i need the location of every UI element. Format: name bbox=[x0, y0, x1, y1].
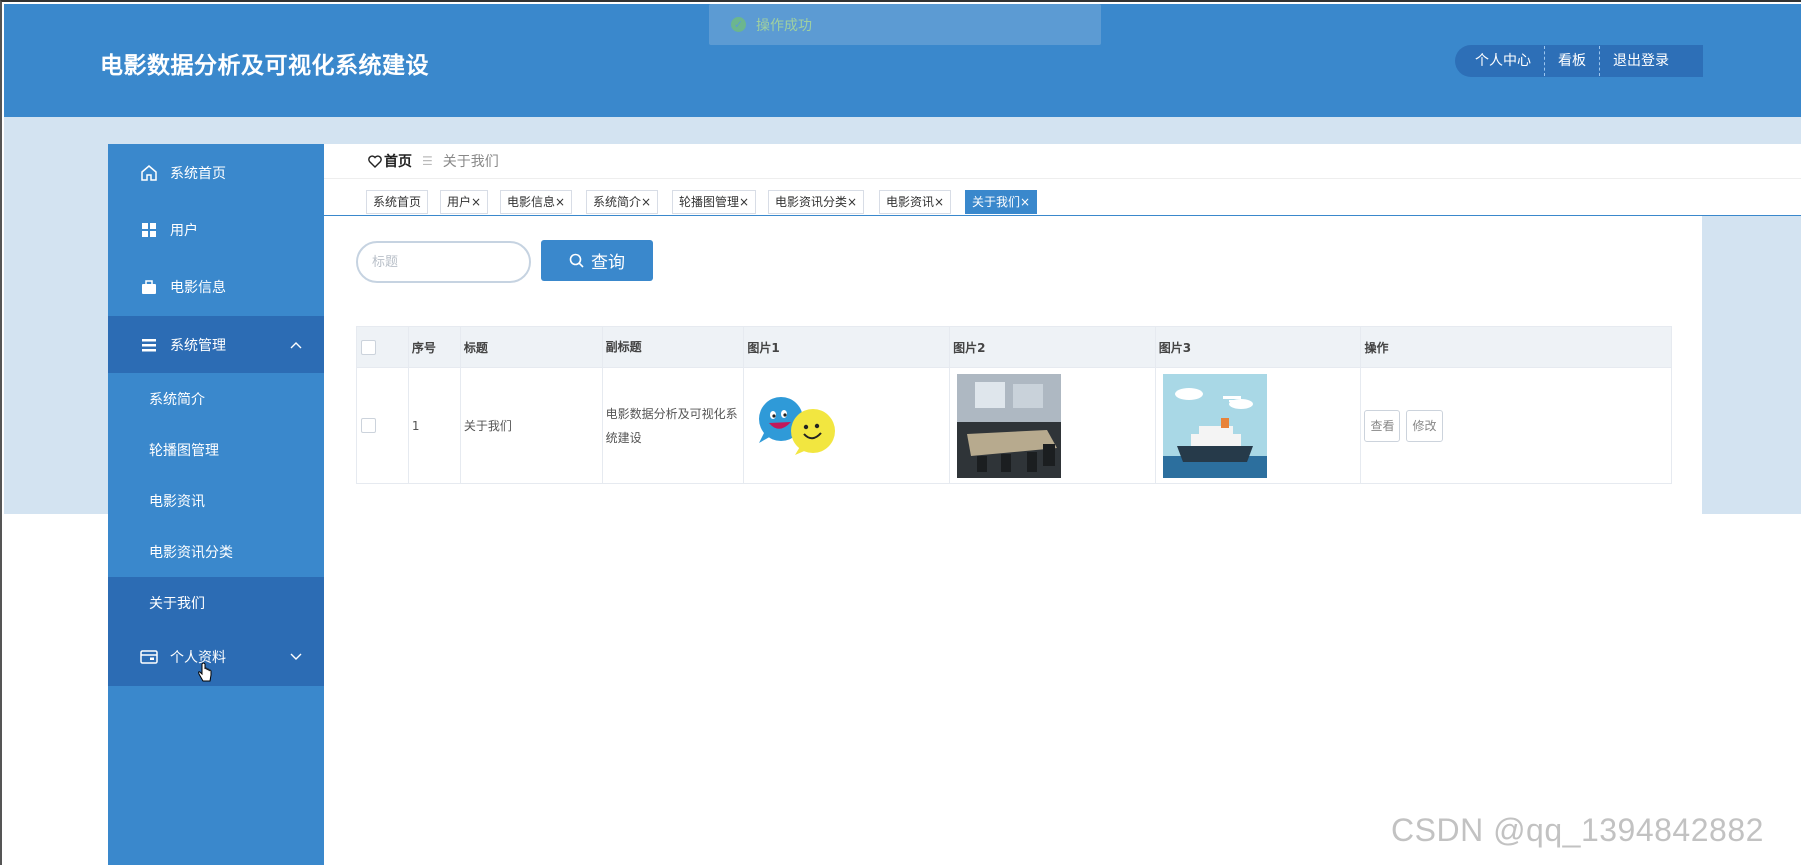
cell-index: 1 bbox=[408, 367, 461, 483]
toast-message: 操作成功 bbox=[756, 17, 812, 34]
chat-bubbles-image[interactable] bbox=[751, 391, 841, 461]
watermark-text: CSDN @qq_1394842882 bbox=[1391, 812, 1764, 848]
tab-label: 电影资讯 bbox=[886, 195, 935, 209]
column-header: 图片2 bbox=[950, 327, 1156, 367]
sidebar-item-system[interactable]: 系统管理 bbox=[108, 316, 324, 373]
tab-about-us[interactable]: 关于我们× bbox=[965, 190, 1038, 214]
cell-image-3 bbox=[1155, 367, 1362, 483]
search-input[interactable] bbox=[356, 241, 531, 283]
list-panel: 查询 序号 标题 副标题 图片1 图片2 图片3 操作 1 关于我们 电 bbox=[324, 216, 1702, 516]
cell-subtitle: 电影数据分析及可视化系统建设 bbox=[602, 367, 745, 483]
cell-image-2 bbox=[950, 367, 1156, 483]
table-row: 1 关于我们 电影数据分析及可视化系统建设 查看 修改 bbox=[357, 367, 1671, 483]
conference-room-image[interactable] bbox=[957, 373, 1062, 478]
briefcase-icon bbox=[140, 278, 158, 296]
sidebar-item-label: 电影信息 bbox=[170, 279, 226, 296]
tab-movies[interactable]: 电影信息× bbox=[500, 190, 573, 214]
data-table: 序号 标题 副标题 图片1 图片2 图片3 操作 1 关于我们 电影数据分析及可… bbox=[356, 326, 1672, 484]
success-toast: ✓ 操作成功 bbox=[709, 4, 1101, 45]
column-header: 副标题 bbox=[602, 327, 745, 367]
ship-illustration-image[interactable] bbox=[1162, 373, 1267, 478]
close-icon[interactable]: × bbox=[847, 195, 857, 209]
cell-title: 关于我们 bbox=[460, 367, 603, 483]
breadcrumb: 首页 ☰ 关于我们 bbox=[324, 144, 1801, 179]
grid-icon bbox=[140, 221, 158, 239]
close-icon[interactable]: × bbox=[471, 195, 481, 209]
tab-system-intro[interactable]: 系统简介× bbox=[586, 190, 659, 214]
tabs-bar: 系统首页 用户× 电影信息× 系统简介× 轮播图管理× 电影资讯分类× 电影资讯… bbox=[324, 179, 1801, 216]
tab-carousel[interactable]: 轮播图管理× bbox=[672, 190, 757, 214]
search-button-label: 查询 bbox=[591, 253, 625, 273]
tab-label: 系统简介 bbox=[593, 195, 642, 209]
sidebar-subitem-news-category[interactable]: 电影资讯分类 bbox=[108, 526, 324, 577]
column-header: 操作 bbox=[1361, 327, 1671, 367]
row-checkbox[interactable] bbox=[361, 418, 376, 433]
tab-label: 用户 bbox=[447, 195, 472, 209]
hand-cursor-icon bbox=[196, 662, 214, 688]
check-circle-icon: ✓ bbox=[731, 17, 746, 32]
search-button[interactable]: 查询 bbox=[541, 240, 653, 281]
app-title: 电影数据分析及可视化系统建设 bbox=[100, 53, 429, 79]
nav-dashboard-link[interactable]: 看板 bbox=[1545, 45, 1599, 77]
main-content: 首页 ☰ 关于我们 系统首页 用户× 电影信息× 系统简介× 轮播图管理× 电影… bbox=[324, 144, 1801, 865]
tab-label: 关于我们 bbox=[972, 195, 1021, 209]
tab-label: 电影资讯分类 bbox=[775, 195, 848, 209]
cell-actions: 查看 修改 bbox=[1361, 367, 1671, 483]
sidebar-subitem-about[interactable]: 关于我们 bbox=[108, 577, 324, 628]
column-header: 图片3 bbox=[1155, 327, 1362, 367]
breadcrumb-separator-icon: ☰ bbox=[422, 154, 433, 168]
chevron-up-icon bbox=[290, 338, 302, 352]
tab-label: 电影信息 bbox=[507, 195, 556, 209]
nav-logout-link[interactable]: 退出登录 bbox=[1600, 45, 1682, 77]
sidebar-subitem-carousel[interactable]: 轮播图管理 bbox=[108, 424, 324, 475]
tab-label: 轮播图管理 bbox=[679, 195, 740, 209]
breadcrumb-home[interactable]: 首页 bbox=[368, 151, 412, 171]
sidebar: 系统首页 用户 电影信息 系统管理 系统简介 轮播图管理 电影资讯 电影资讯分类… bbox=[108, 144, 324, 865]
close-icon[interactable]: × bbox=[555, 195, 565, 209]
close-icon[interactable]: × bbox=[739, 195, 749, 209]
row-select-cell bbox=[357, 367, 409, 483]
sidebar-item-users[interactable]: 用户 bbox=[108, 201, 324, 258]
close-icon[interactable]: × bbox=[1020, 195, 1030, 209]
chevron-down-icon bbox=[290, 650, 302, 664]
select-all-checkbox[interactable] bbox=[361, 339, 376, 355]
sidebar-item-movies[interactable]: 电影信息 bbox=[108, 258, 324, 315]
column-header: 标题 bbox=[460, 327, 603, 367]
app-window: 电影数据分析及可视化系统建设 个人中心 看板 退出登录 ✓ 操作成功 系统首页 … bbox=[0, 0, 1801, 865]
column-header: 序号 bbox=[408, 327, 461, 367]
cell-image-1 bbox=[744, 367, 951, 483]
sidebar-item-label: 用户 bbox=[170, 222, 198, 239]
view-button[interactable]: 查看 bbox=[1364, 409, 1401, 442]
edit-button[interactable]: 修改 bbox=[1406, 409, 1443, 442]
tab-label: 系统首页 bbox=[373, 195, 422, 209]
sidebar-item-home[interactable]: 系统首页 bbox=[108, 144, 324, 201]
heart-icon bbox=[368, 154, 382, 168]
tab-news[interactable]: 电影资讯× bbox=[879, 190, 952, 214]
column-header: 图片1 bbox=[744, 327, 951, 367]
tab-system-home[interactable]: 系统首页 bbox=[366, 190, 429, 214]
sidebar-item-profile[interactable]: 个人资料 bbox=[108, 628, 324, 686]
header-select-all bbox=[357, 327, 409, 367]
nav-profile-link[interactable]: 个人中心 bbox=[1455, 45, 1544, 77]
tab-users[interactable]: 用户× bbox=[440, 190, 489, 214]
card-icon bbox=[140, 648, 158, 666]
sidebar-subitem-news[interactable]: 电影资讯 bbox=[108, 475, 324, 526]
subtitle-text: 电影数据分析及可视化系统建设 bbox=[605, 406, 738, 445]
close-icon[interactable]: × bbox=[641, 195, 651, 209]
breadcrumb-home-label: 首页 bbox=[384, 154, 412, 170]
sidebar-item-label: 系统管理 bbox=[170, 337, 226, 354]
sidebar-item-label: 系统首页 bbox=[170, 165, 226, 182]
close-icon[interactable]: × bbox=[934, 195, 944, 209]
list-icon bbox=[140, 336, 158, 354]
breadcrumb-current: 关于我们 bbox=[442, 154, 499, 170]
tab-news-category[interactable]: 电影资讯分类× bbox=[768, 190, 865, 214]
table-header-row: 序号 标题 副标题 图片1 图片2 图片3 操作 bbox=[357, 327, 1671, 367]
home-icon bbox=[140, 164, 158, 182]
sidebar-subitem-intro[interactable]: 系统简介 bbox=[108, 373, 324, 424]
search-icon bbox=[569, 253, 584, 268]
top-nav: 个人中心 看板 退出登录 bbox=[1455, 45, 1703, 77]
